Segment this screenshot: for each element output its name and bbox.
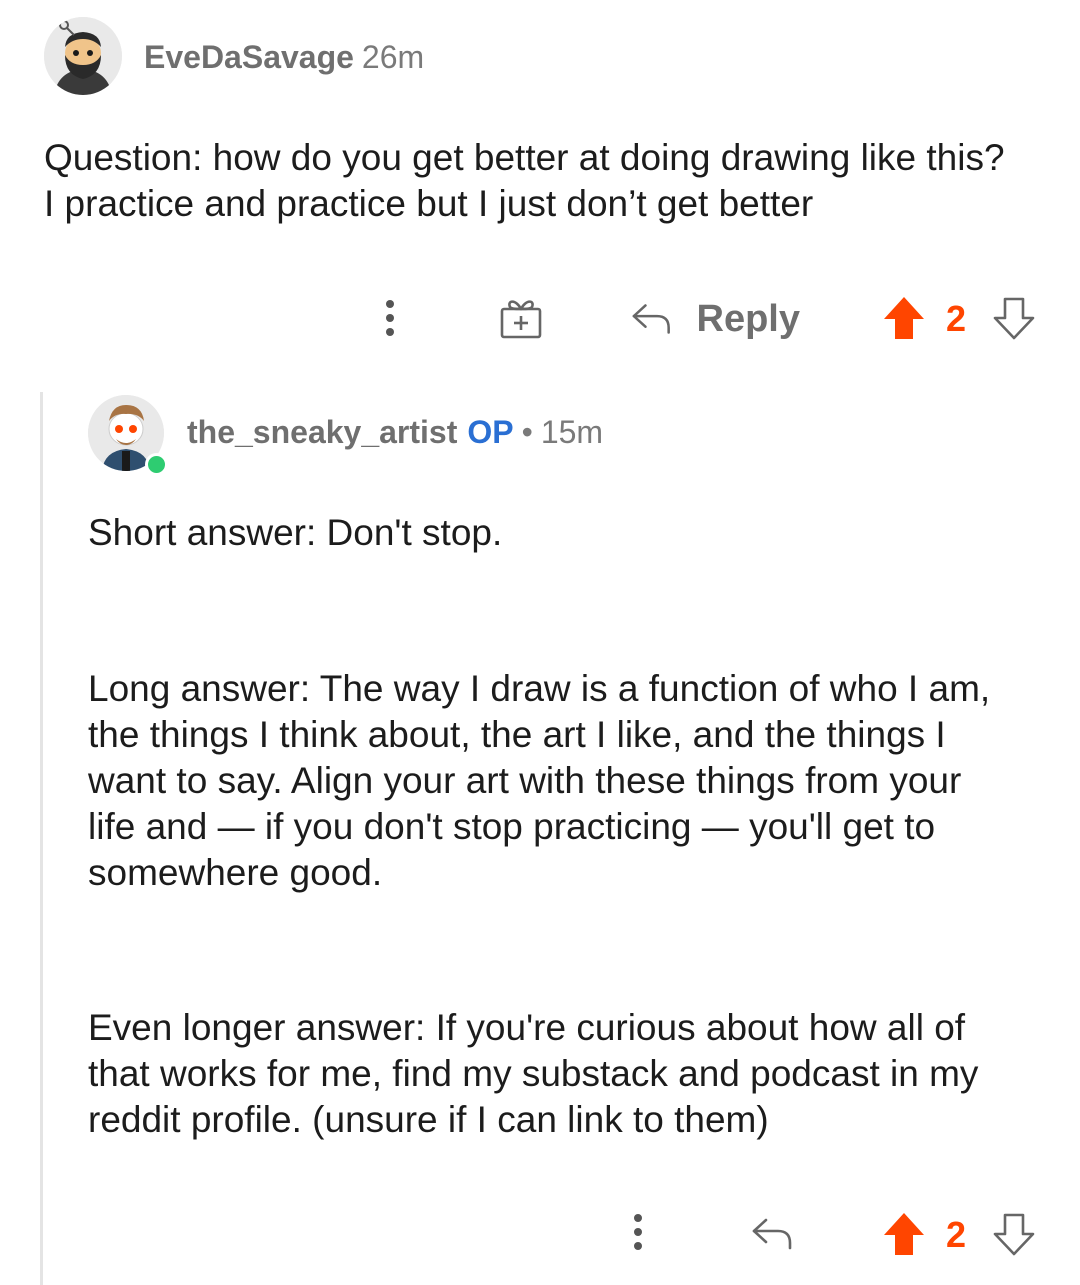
- reply-button[interactable]: Reply: [630, 294, 800, 344]
- comment-paragraph: Long answer: The way I draw is a functio…: [88, 666, 990, 896]
- comment-text-line: Even longer answer: If you're curious ab…: [88, 1007, 966, 1048]
- user-avatar[interactable]: [44, 17, 122, 95]
- comment-text-line: Short answer: Don't stop.: [88, 512, 503, 553]
- comment-paragraph: Even longer answer: If you're curious ab…: [88, 1005, 978, 1143]
- meta-separator: •: [521, 414, 533, 450]
- comment-paragraph: Short answer: Don't stop.: [88, 510, 502, 556]
- more-options-button[interactable]: [620, 1210, 656, 1254]
- comment-text-line: reddit profile. (unsure if I can link to…: [88, 1099, 769, 1140]
- timestamp: 26m: [361, 39, 425, 75]
- username[interactable]: the_sneaky_artist: [187, 414, 457, 450]
- comment-text-line: Question: how do you get better at doing…: [44, 137, 1005, 178]
- comment-text-line: the things I think about, the art I like…: [88, 714, 946, 755]
- upvote-button[interactable]: [880, 1210, 928, 1258]
- timestamp: 15m: [540, 414, 604, 450]
- gift-icon: [500, 300, 542, 339]
- comment-meta: the_sneaky_artist OP • 15m: [187, 412, 603, 452]
- comment-text-line: that works for me, find my substack and …: [88, 1053, 979, 1094]
- upvote-arrow-icon: [884, 1213, 924, 1255]
- vote-count: 2: [946, 298, 967, 339]
- downvote-arrow-icon: [993, 1213, 1035, 1256]
- reply-arrow-icon: [752, 1218, 792, 1250]
- comment-body: Question: how do you get better at doing…: [44, 135, 1005, 227]
- reply-label: Reply: [696, 297, 800, 340]
- comment-text-line: somewhere good.: [88, 852, 383, 893]
- downvote-arrow-icon: [993, 297, 1035, 340]
- thread-line[interactable]: [40, 392, 43, 1285]
- username[interactable]: EveDaSavage: [144, 39, 354, 75]
- reply-button[interactable]: [746, 1212, 798, 1256]
- comment-meta: EveDaSavage 26m: [144, 37, 424, 77]
- op-badge: OP: [467, 414, 514, 450]
- online-status-indicator: [145, 453, 168, 476]
- upvote-arrow-icon: [884, 297, 924, 339]
- downvote-button[interactable]: [990, 294, 1038, 342]
- more-vertical-icon: [634, 1214, 642, 1250]
- comment-text-line: want to say. Align your art with these t…: [88, 760, 962, 801]
- comment-text-line: life and — if you don't stop practicing …: [88, 806, 936, 847]
- vote-count: 2: [946, 1214, 967, 1255]
- more-options-button[interactable]: [372, 296, 408, 340]
- comment-text-line: Long answer: The way I draw is a functio…: [88, 668, 991, 709]
- more-vertical-icon: [386, 300, 394, 336]
- upvote-button[interactable]: [880, 294, 928, 342]
- reply-arrow-icon: [632, 304, 670, 334]
- comment-text-line: I practice and practice but I just don’t…: [44, 183, 814, 224]
- award-button[interactable]: [496, 294, 546, 342]
- parent-comment: EveDaSavage 26m Question: how do you get …: [0, 0, 1080, 380]
- downvote-button[interactable]: [990, 1210, 1038, 1258]
